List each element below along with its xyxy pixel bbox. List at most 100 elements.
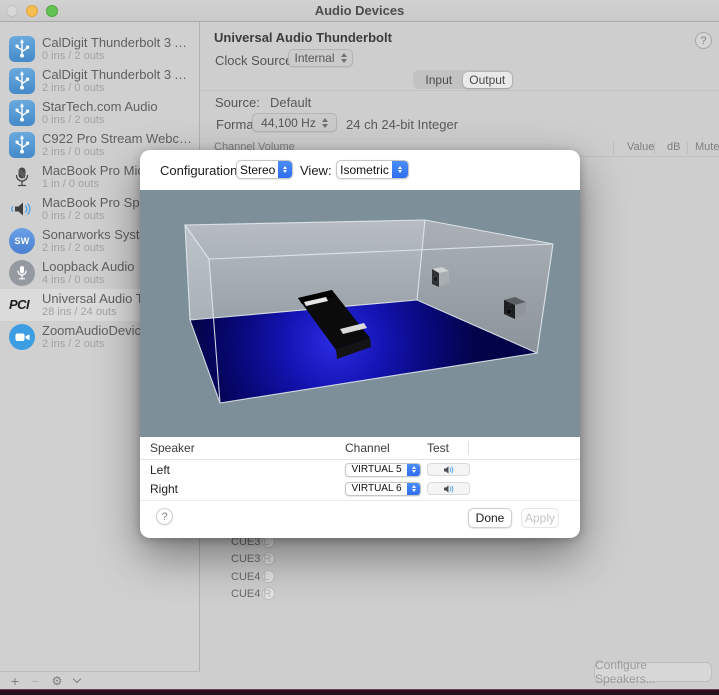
- window-title: Audio Devices: [314, 3, 405, 18]
- pci-icon-text: PCI: [9, 297, 30, 312]
- device-io-count: 0 ins / 2 outs: [42, 114, 105, 126]
- column-value: Value: [627, 141, 655, 153]
- tab-output[interactable]: Output: [463, 71, 512, 88]
- configuration-value: Stereo: [240, 162, 276, 177]
- device-name: CalDigit Thunderbolt 3 Audio: [42, 35, 194, 50]
- speaker-configuration-dialog: Configuration: Stereo View: Isometric Sp…: [140, 150, 580, 538]
- device-io-count: 2 ins / 2 outs: [42, 338, 105, 350]
- channel-value: VIRTUAL 6: [351, 483, 402, 494]
- configuration-dropdown[interactable]: Stereo: [236, 160, 293, 179]
- stepper-arrows-icon: [278, 161, 292, 178]
- format-detail: 24 ch 24-bit Integer: [346, 117, 459, 132]
- column-db: dB: [667, 141, 681, 153]
- loopback-mic-icon: [9, 260, 35, 286]
- pci-icon: PCI: [9, 292, 35, 318]
- format-dropdown[interactable]: 44,100 Hz: [252, 113, 337, 132]
- channel-row: CUE4 R: [200, 586, 719, 603]
- speaker-room-3d-view: [140, 190, 580, 437]
- stepper-arrows-icon: [407, 482, 420, 495]
- channel-row: CUE3 R: [200, 551, 719, 568]
- device-name: C922 Pro Stream Webcam: [42, 131, 194, 146]
- usb-icon: [9, 68, 35, 94]
- device-io-count: 2 ins / 0 outs: [42, 146, 105, 158]
- device-name: CalDigit Thunderbolt 3 Audio: [42, 67, 194, 82]
- source-value: Default: [270, 95, 312, 110]
- speaker-waves-icon: [9, 196, 35, 222]
- device-io-count: 0 ins / 2 outs: [42, 50, 105, 62]
- sidebar-item-startech[interactable]: StarTech.com Audio 0 ins / 2 outs: [0, 97, 200, 129]
- speaker-table-header: Speaker Channel Test: [140, 437, 580, 459]
- done-button[interactable]: Done: [468, 508, 512, 528]
- stepper-arrows-icon: [392, 161, 408, 178]
- configure-speakers-button[interactable]: Configure Speakers...: [594, 658, 712, 686]
- column-divider: [613, 142, 614, 154]
- format-value: 44,100 Hz: [261, 115, 316, 130]
- background-window-edge: [0, 689, 719, 695]
- sidebar-toolbar: + − ⚙: [0, 671, 200, 689]
- table-row: Right VIRTUAL 6: [140, 479, 580, 498]
- stepper-arrows-icon: [407, 463, 420, 476]
- configuration-label: Configuration:: [160, 163, 241, 178]
- device-io-count: 1 in / 0 outs: [42, 178, 99, 190]
- chevron-down-icon[interactable]: [68, 672, 86, 689]
- sw-icon-text: SW: [14, 236, 30, 246]
- audio-devices-window: Audio Devices CalDigit Thunderbolt 3 Aud…: [0, 0, 719, 695]
- apply-button[interactable]: Apply: [521, 508, 559, 528]
- stepper-arrows-icon: [340, 53, 347, 63]
- title-bar: Audio Devices: [0, 0, 719, 22]
- speaker-name: Left: [150, 463, 171, 477]
- speaker-test-icon: [443, 484, 453, 493]
- header-divider: [200, 90, 719, 91]
- add-device-button[interactable]: +: [6, 672, 24, 689]
- usb-icon: [9, 36, 35, 62]
- device-io-count: 28 ins / 24 outs: [42, 306, 117, 318]
- column-channel: Channel: [345, 441, 390, 455]
- table-row: Left VIRTUAL 5: [140, 460, 580, 479]
- device-panel-title: Universal Audio Thunderbolt: [214, 30, 392, 45]
- sidebar-item-caldigit-1[interactable]: CalDigit Thunderbolt 3 Audio 0 ins / 2 o…: [0, 33, 200, 65]
- test-speaker-button-left[interactable]: [427, 463, 470, 476]
- view-label: View:: [300, 163, 332, 178]
- view-value: Isometric: [340, 162, 389, 177]
- channel-value: VIRTUAL 5: [351, 464, 402, 475]
- clock-source-label: Clock Source:: [215, 53, 296, 68]
- clock-source-dropdown[interactable]: Internal: [288, 49, 353, 67]
- column-mute: Mute: [695, 141, 719, 153]
- channel-dropdown-left[interactable]: VIRTUAL 5: [345, 462, 421, 477]
- source-label: Source:: [215, 95, 260, 110]
- device-io-count: 2 ins / 2 outs: [42, 242, 105, 254]
- column-divider: [468, 441, 469, 455]
- gear-icon[interactable]: ⚙: [48, 672, 66, 689]
- microphone-icon: [9, 164, 35, 190]
- help-button[interactable]: ?: [695, 32, 712, 49]
- test-speaker-button-right[interactable]: [427, 482, 470, 495]
- dialog-help-button[interactable]: ?: [156, 508, 173, 525]
- sonarworks-sw-icon: SW: [9, 228, 35, 254]
- device-name: StarTech.com Audio: [42, 99, 158, 114]
- channel-dropdown-right[interactable]: VIRTUAL 6: [345, 481, 421, 496]
- view-dropdown[interactable]: Isometric: [336, 160, 409, 179]
- device-io-count: 0 ins / 2 outs: [42, 210, 105, 222]
- column-speaker: Speaker: [150, 441, 195, 455]
- input-output-tabs: Input Output: [413, 70, 513, 89]
- usb-icon: [9, 132, 35, 158]
- volume-slider-knob[interactable]: [262, 587, 275, 600]
- speaker-test-icon: [443, 465, 453, 474]
- sidebar-item-caldigit-2[interactable]: CalDigit Thunderbolt 3 Audio 2 ins / 0 o…: [0, 65, 200, 97]
- tab-input[interactable]: Input: [415, 72, 464, 88]
- dialog-header: Configuration: Stereo View: Isometric: [140, 150, 580, 190]
- device-io-count: 2 ins / 0 outs: [42, 82, 105, 94]
- clock-source-value: Internal: [294, 51, 335, 65]
- volume-slider-knob[interactable]: [262, 552, 275, 565]
- channel-row: CUE4 L: [200, 569, 719, 586]
- volume-slider-knob[interactable]: [262, 570, 275, 583]
- column-divider: [687, 142, 688, 154]
- usb-icon: [9, 100, 35, 126]
- video-camera-icon: [9, 324, 35, 350]
- stepper-arrows-icon: [321, 117, 328, 128]
- dialog-footer: ? Done Apply: [140, 500, 580, 538]
- speaker-name: Right: [150, 482, 179, 496]
- column-divider: [654, 142, 655, 154]
- device-io-count: 4 ins / 0 outs: [42, 274, 105, 286]
- remove-device-button[interactable]: −: [26, 672, 44, 689]
